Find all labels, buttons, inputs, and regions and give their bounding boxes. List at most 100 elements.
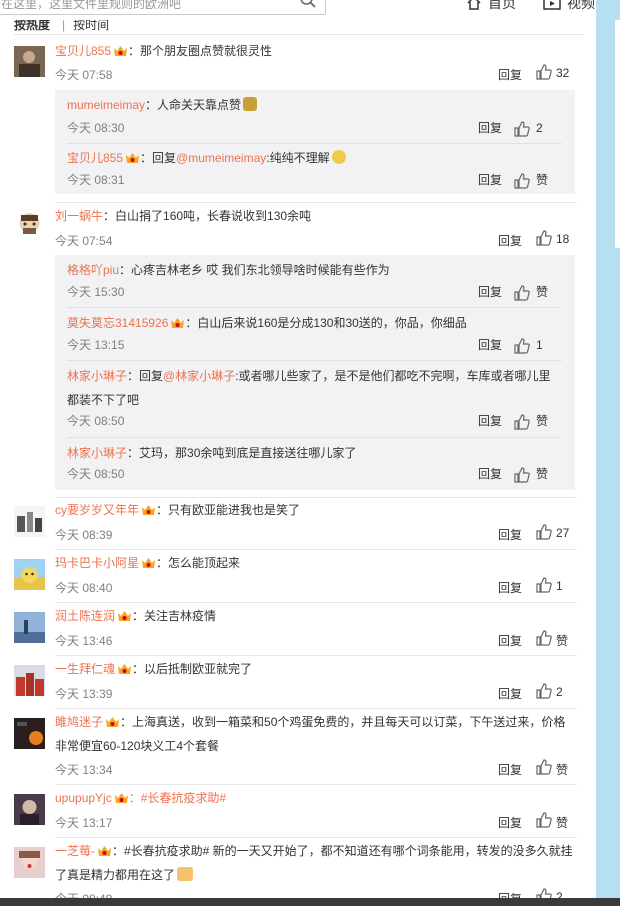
comment-body: ：上海真送，收到一箱菜和50个鸡蛋免费的，并且每天可以订菜，下午送过来，价格非常… <box>55 715 566 753</box>
sort-tabs: 按热度 | 按时间 <box>14 20 110 32</box>
comment-time: 今天 08:40 <box>55 581 113 595</box>
divider <box>55 549 577 550</box>
avatar[interactable] <box>14 794 45 825</box>
reply-item: 莫失莫忘31415926 ：白山后来说160是分成130和30送的，你品，你细品 <box>67 311 562 335</box>
comment-body: ：关注吉林疫情 <box>132 609 217 623</box>
avatar[interactable] <box>14 559 45 590</box>
reply-button[interactable]: 回复 <box>478 409 502 433</box>
avatar[interactable] <box>14 612 45 643</box>
thumbs-up-icon <box>536 630 552 646</box>
comment-body: ：怎么能顶起来 <box>156 556 241 570</box>
like-count: 32 <box>556 66 570 80</box>
comment-username[interactable]: 玛卡巴卡小阿星 <box>55 556 139 570</box>
search-input[interactable]: 在这里，这里文件里规则的欧洲吧 <box>0 0 326 15</box>
nav-home[interactable]: 首页 <box>466 0 516 13</box>
vip-badge-icon <box>142 558 156 568</box>
comment-meta: 今天 08:39 回复 27 <box>55 524 584 544</box>
comment-username[interactable]: 润土陈连润 <box>55 609 115 623</box>
reply-button[interactable]: 回复 <box>478 280 502 304</box>
divider <box>55 655 577 656</box>
like-button[interactable]: 2 <box>536 683 574 701</box>
like-button[interactable]: 赞 <box>514 409 552 433</box>
avatar[interactable] <box>14 718 45 749</box>
nav-home-label: 首页 <box>488 0 516 11</box>
vip-badge-icon <box>118 664 132 674</box>
like-button[interactable]: 1 <box>536 577 574 595</box>
comment-body: ：那个朋友圈点赞就很灵性 <box>128 44 273 58</box>
comment-username[interactable]: upupupYjc <box>55 791 112 805</box>
comment-body: ：以后抵制欧亚就完了 <box>132 662 253 676</box>
reply-button[interactable]: 回复 <box>498 761 522 778</box>
reply-button[interactable]: 回复 <box>498 232 522 249</box>
thumbs-up-emoji-icon <box>177 867 194 881</box>
like-count: 赞 <box>536 467 549 481</box>
comment-username[interactable]: cy要岁岁又年年 <box>55 503 139 517</box>
avatar[interactable] <box>14 46 45 77</box>
thumbs-up-icon <box>536 64 552 80</box>
comment-username[interactable]: 雎鸠迷子 <box>55 715 103 729</box>
reply-body: ：回复 <box>140 151 177 165</box>
like-button[interactable]: 赞 <box>514 462 552 486</box>
comment-meta: 今天 13:39 回复 2 <box>55 683 584 703</box>
reply-username[interactable]: 莫失莫忘31415926 <box>67 316 168 330</box>
like-button[interactable]: 赞 <box>536 812 574 830</box>
comment-username[interactable]: 宝贝儿855 <box>55 44 111 58</box>
like-button[interactable]: 2 <box>514 116 552 140</box>
reply-username[interactable]: mumeimeimay <box>67 98 145 112</box>
vip-badge-icon <box>171 318 185 328</box>
avatar[interactable] <box>14 506 45 537</box>
like-count: 赞 <box>536 285 549 299</box>
reply-body: ：人命关天靠点赞 <box>145 98 242 112</box>
reply-button[interactable]: 回复 <box>478 116 502 140</box>
thumbs-up-icon <box>536 812 552 828</box>
like-button[interactable]: 32 <box>536 64 574 82</box>
reply-button[interactable]: 回复 <box>498 685 522 702</box>
comment-username[interactable]: 刘一蜗牛 <box>55 209 103 223</box>
reply-username[interactable]: 林家小琳子 <box>67 369 127 383</box>
like-button[interactable]: 18 <box>536 230 574 248</box>
reply-username[interactable]: 格格吖piu <box>67 263 119 277</box>
search-icon[interactable] <box>299 0 317 9</box>
like-button[interactable]: 27 <box>536 524 574 542</box>
nav-video[interactable]: 视频 <box>543 0 595 13</box>
thumbs-up-icon <box>514 414 530 430</box>
comment-text: 一芝莓- ：#长春抗疫求助# 新的一天又开始了，都不知道还有哪个词条能用，转发的没… <box>55 839 577 887</box>
sort-time-tab[interactable]: 按时间 <box>73 20 109 32</box>
like-button[interactable]: 赞 <box>514 168 552 192</box>
reply-button[interactable]: 回复 <box>478 168 502 192</box>
reply-button[interactable]: 回复 <box>498 526 522 543</box>
reply-button[interactable]: 回复 <box>478 333 502 357</box>
like-button[interactable]: 赞 <box>536 630 574 648</box>
reply-item: 格格吖piu：心疼吉林老乡 哎 我们东北领导啥时候能有些作为 <box>67 258 562 282</box>
comment-meta: 今天 13:34 回复 赞 <box>55 759 584 779</box>
comment-time: 今天 13:39 <box>55 687 113 701</box>
comment-body: ：白山捐了160吨，长春说收到130余吨 <box>103 209 312 223</box>
like-button[interactable]: 赞 <box>536 759 574 777</box>
divider <box>55 837 577 838</box>
reply-button[interactable]: 回复 <box>498 66 522 83</box>
like-count: 赞 <box>556 634 569 648</box>
reply-username[interactable]: 林家小琳子 <box>67 446 127 460</box>
like-count: 1 <box>556 579 563 593</box>
avatar[interactable] <box>14 210 45 241</box>
avatar[interactable] <box>14 665 45 696</box>
like-button[interactable]: 赞 <box>514 280 552 304</box>
comment-time: 今天 07:54 <box>55 234 113 248</box>
reply-button[interactable]: 回复 <box>478 462 502 486</box>
sort-hot-tab[interactable]: 按热度 <box>14 20 50 32</box>
reply-button[interactable]: 回复 <box>498 632 522 649</box>
mention-link[interactable]: @林家小琳子 <box>163 369 235 383</box>
comment-text: 玛卡巴卡小阿星 ：怎么能顶起来 <box>55 551 577 575</box>
avatar[interactable] <box>14 847 45 878</box>
reply-username[interactable]: 宝贝儿855 <box>67 151 123 165</box>
like-count: 27 <box>556 526 570 540</box>
horizontal-scrollbar[interactable] <box>0 898 620 906</box>
reply-button[interactable]: 回复 <box>498 579 522 596</box>
divider <box>55 784 577 785</box>
comment-username[interactable]: 一生拜仁魂 <box>55 662 115 676</box>
comment-username[interactable]: 一芝莓- <box>55 844 95 858</box>
reply-button[interactable]: 回复 <box>498 814 522 831</box>
like-button[interactable]: 1 <box>514 333 552 357</box>
like-count: 1 <box>536 338 543 352</box>
mention-link[interactable]: @mumeimeimay <box>176 151 266 165</box>
